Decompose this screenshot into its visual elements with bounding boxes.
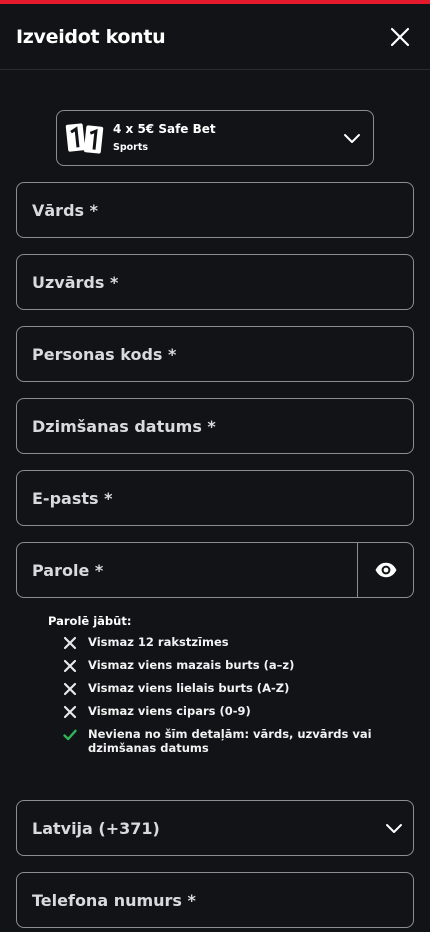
birth-date-field[interactable]: Dzimšanas datums *	[16, 398, 414, 454]
password-rule: Neviena no šīm detaļām: vārds, uzvārds v…	[48, 727, 388, 755]
password-rules-title: Parolē jābūt:	[48, 614, 132, 628]
cross-icon	[63, 659, 77, 673]
last-name-input[interactable]	[17, 255, 413, 309]
password-input[interactable]	[17, 543, 357, 597]
country-select[interactable]: Latvija (+371)	[16, 800, 414, 856]
password-rule-text: Vismaz viens cipars (0-9)	[88, 704, 251, 718]
password-rule-text: Vismaz 12 rakstzīmes	[88, 635, 229, 649]
last-name-field[interactable]: Uzvārds *	[16, 254, 414, 310]
password-field[interactable]: Parole *	[16, 542, 414, 598]
bonus-logo-icon	[65, 123, 104, 154]
bonus-text: 4 x 5€ Safe Bet Sports	[113, 121, 341, 155]
password-rule: Vismaz viens mazais burts (a–z)	[48, 658, 388, 674]
password-rules: Parolē jābūt: Vismaz 12 rakstzīmes Visma…	[48, 613, 388, 762]
password-rule: Vismaz viens cipars (0-9)	[48, 704, 388, 720]
cross-icon	[63, 636, 77, 650]
password-rule-text: Vismaz viens lielais burts (A-Z)	[88, 681, 290, 695]
bonus-select[interactable]: 4 x 5€ Safe Bet Sports	[56, 110, 374, 166]
birth-date-input[interactable]	[17, 399, 413, 453]
chevron-down-icon	[344, 134, 360, 143]
phone-input[interactable]	[17, 873, 413, 927]
cross-icon	[63, 682, 77, 696]
show-password-button[interactable]	[357, 543, 413, 597]
bonus-subtitle: Sports	[113, 142, 149, 153]
first-name-field[interactable]: Vārds *	[16, 182, 414, 238]
password-rule-text: Vismaz viens mazais burts (a–z)	[88, 658, 295, 672]
personal-code-field[interactable]: Personas kods *	[16, 326, 414, 382]
email-input[interactable]	[17, 471, 413, 525]
country-label: Latvija (+371)	[32, 818, 160, 838]
chevron-down-icon	[386, 824, 402, 833]
first-name-input[interactable]	[17, 183, 413, 237]
password-rule: Vismaz 12 rakstzīmes	[48, 635, 388, 651]
eye-icon	[375, 562, 396, 578]
close-icon	[390, 27, 410, 46]
header: Izveidot kontu	[0, 4, 430, 70]
page-title: Izveidot kontu	[16, 25, 166, 48]
email-field[interactable]: E-pasts *	[16, 470, 414, 526]
personal-code-input[interactable]	[17, 327, 413, 381]
password-rule: Vismaz viens lielais burts (A-Z)	[48, 681, 388, 697]
phone-field[interactable]: Telefona numurs *	[16, 872, 414, 928]
bonus-title: 4 x 5€ Safe Bet	[113, 122, 216, 136]
password-rule-text: Neviena no šīm detaļām: vārds, uzvārds v…	[88, 727, 372, 755]
close-button[interactable]	[386, 23, 414, 51]
check-icon	[63, 729, 77, 741]
cross-icon	[63, 705, 77, 719]
